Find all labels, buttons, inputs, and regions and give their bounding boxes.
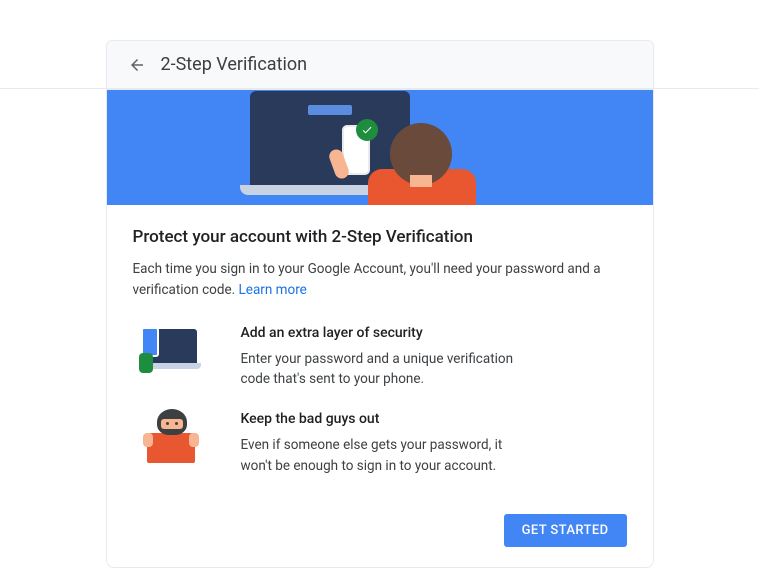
feature-description: Enter your password and a unique verific… bbox=[241, 349, 531, 390]
arrow-left-icon bbox=[128, 56, 146, 74]
get-started-button[interactable]: GET STARTED bbox=[504, 514, 627, 547]
hero-illustration bbox=[107, 90, 653, 205]
back-button[interactable] bbox=[123, 51, 151, 79]
content-card: Protect your account with 2-Step Verific… bbox=[106, 89, 654, 568]
feature-description: Even if someone else gets your password,… bbox=[241, 435, 531, 476]
content-heading: Protect your account with 2-Step Verific… bbox=[133, 227, 627, 247]
thief-icon bbox=[133, 409, 207, 465]
checkmark-icon bbox=[356, 119, 378, 141]
page-header: 2-Step Verification bbox=[106, 40, 654, 88]
phone-laptop-icon bbox=[133, 323, 207, 373]
learn-more-link[interactable]: Learn more bbox=[239, 282, 307, 298]
feature-title: Add an extra layer of security bbox=[241, 325, 627, 341]
intro-text: Each time you sign in to your Google Acc… bbox=[133, 259, 627, 301]
feature-title: Keep the bad guys out bbox=[241, 411, 627, 427]
feature-security: Add an extra layer of security Enter you… bbox=[133, 323, 627, 390]
hero-person-icon bbox=[390, 123, 452, 185]
page-title: 2-Step Verification bbox=[161, 54, 308, 75]
feature-badguys: Keep the bad guys out Even if someone el… bbox=[133, 409, 627, 476]
